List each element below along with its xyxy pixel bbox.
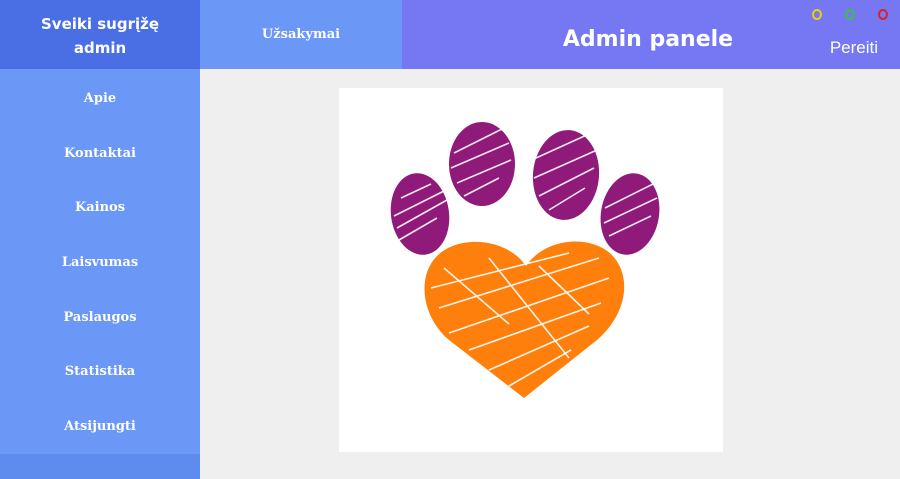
logo-card <box>339 88 723 452</box>
red-circle-icon[interactable] <box>878 9 888 20</box>
sidebar: Apie Kontaktai Kainos Laisvumas Paslaugo… <box>0 69 200 479</box>
paw-heart-logo-icon <box>390 122 660 398</box>
goto-link[interactable]: Pereiti <box>830 38 878 58</box>
sidebar-item-apie[interactable]: Apie <box>0 83 200 113</box>
welcome-text: Sveiki sugrįžę admin <box>40 14 160 57</box>
sidebar-item-label: Atsijungti <box>64 418 136 434</box>
tab-orders[interactable]: Užsakymai <box>200 0 402 69</box>
sidebar-item-label: Paslaugos <box>63 309 137 325</box>
sidebar-item-kontaktai[interactable]: Kontaktai <box>0 138 200 168</box>
yellow-circle-icon[interactable] <box>812 9 822 20</box>
header-bar: Admin panele Pereiti <box>402 0 900 69</box>
sidebar-item-atsijungti[interactable]: Atsijungti <box>0 411 200 441</box>
sidebar-item-label: Apie <box>83 90 117 106</box>
sidebar-item-laisvumas[interactable]: Laisvumas <box>0 247 200 277</box>
page-title: Admin panele <box>562 27 734 52</box>
paw-toes <box>390 122 660 255</box>
tab-orders-label: Užsakymai <box>261 27 341 42</box>
sidebar-item-paslaugos[interactable]: Paslaugos <box>0 302 200 332</box>
paw-toe <box>390 173 450 255</box>
sidebar-footer <box>0 454 200 479</box>
sidebar-item-label: Kainos <box>74 199 126 215</box>
green-circle-icon[interactable] <box>845 9 855 20</box>
sidebar-item-kainos[interactable]: Kainos <box>0 192 200 222</box>
sidebar-item-label: Statistika <box>64 363 136 379</box>
sidebar-item-label: Laisvumas <box>61 254 139 270</box>
sidebar-item-label: Kontaktai <box>64 145 136 161</box>
sidebar-item-statistika[interactable]: Statistika <box>0 356 200 386</box>
paw-toe <box>600 173 660 255</box>
welcome-banner: Sveiki sugrįžę admin <box>0 0 200 69</box>
